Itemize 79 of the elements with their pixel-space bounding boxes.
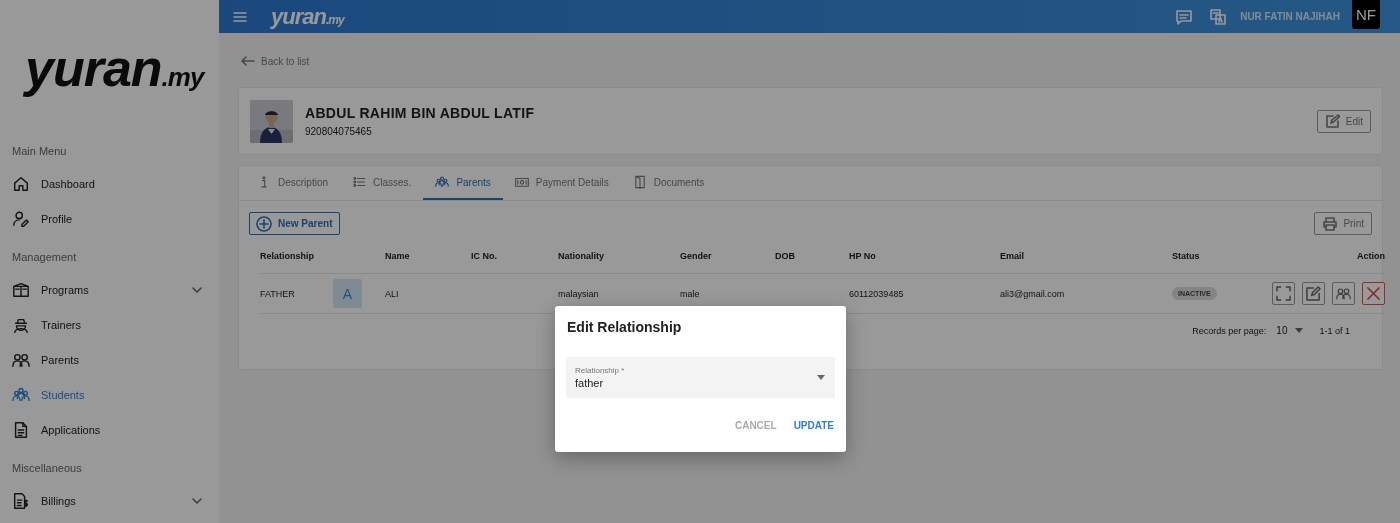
close-icon <box>1366 286 1381 301</box>
table-cell: male <box>680 288 700 299</box>
table-cell: ALI <box>385 288 399 299</box>
new-parent-button[interactable]: New Parent <box>249 212 341 235</box>
column-header: Action <box>1356 250 1385 263</box>
book-icon <box>12 280 30 299</box>
sidebar-item[interactable]: Parents <box>0 342 219 377</box>
tab[interactable]: Parents <box>423 166 503 200</box>
table-cell: FATHER <box>260 288 295 299</box>
pagination-label: Records per page: <box>1192 325 1267 336</box>
section-title: Miscellaneous <box>11 461 83 476</box>
field-value: father <box>575 377 605 389</box>
section-title: Main Menu <box>11 144 68 159</box>
column-header: Status <box>1172 250 1201 263</box>
group-icon <box>435 175 450 189</box>
section-title: Management <box>11 250 78 265</box>
user-name[interactable]: NUR FATIN NAJIHAH <box>1240 11 1340 22</box>
sidebar-item[interactable]: Programs <box>0 272 219 307</box>
plus-circle-icon <box>256 215 272 232</box>
sidebar-item[interactable]: Billings <box>0 483 219 518</box>
edit-button[interactable]: Edit <box>1316 109 1371 133</box>
table-cell: ali3@gmail.com <box>1000 288 1065 299</box>
translate-icon[interactable] <box>1210 8 1227 25</box>
people-icon <box>1336 286 1351 301</box>
folder-icon <box>632 175 647 189</box>
logo: yuran.my <box>25 38 204 98</box>
relationship-select[interactable]: Relationship * father <box>566 357 835 398</box>
logo: yuran.my <box>271 3 344 30</box>
edit-icon <box>1325 114 1340 128</box>
column-header: Name <box>385 250 411 263</box>
column-header: Relationship <box>260 250 315 263</box>
tab[interactable]: Payment Details <box>502 166 621 200</box>
user-avatar[interactable]: NF <box>1352 0 1380 29</box>
per-page-select[interactable]: 10 <box>1276 325 1304 336</box>
document-icon <box>12 420 30 439</box>
delete-button[interactable] <box>1362 282 1385 305</box>
view-button[interactable] <box>1272 282 1295 305</box>
list-icon <box>352 175 367 189</box>
page-range: 1-1 of 1 <box>1319 325 1350 336</box>
dialog-title: Edit Relationship <box>566 319 683 335</box>
column-header: DOB <box>775 250 796 263</box>
table-cell: 60112039485 <box>849 288 904 299</box>
back-link[interactable]: Back to list <box>241 55 310 67</box>
money-icon <box>514 175 529 189</box>
sidebar-item[interactable]: Dashboard <box>0 166 219 201</box>
column-header: HP No <box>849 250 877 263</box>
invoice-icon <box>12 491 30 510</box>
tab[interactable]: Description <box>245 166 341 200</box>
column-header: Gender <box>680 250 713 263</box>
student-ic: 920804075465 <box>305 126 373 137</box>
column-header: Email <box>1000 250 1025 263</box>
arrow-left-icon <box>241 56 255 66</box>
menu-icon[interactable] <box>233 9 247 24</box>
sidebar-item[interactable]: Applications <box>0 412 219 447</box>
home-icon <box>12 174 30 193</box>
update-button[interactable]: UPDATE <box>785 416 835 435</box>
expand-icon <box>1276 286 1291 301</box>
sidebar-item[interactable]: Trainers <box>0 307 219 342</box>
user-pen-icon <box>12 209 30 228</box>
column-header: Nationality <box>558 250 605 263</box>
field-label: Relationship * <box>575 366 626 375</box>
chat-icon[interactable] <box>1176 8 1193 25</box>
edit-icon <box>1306 286 1321 301</box>
table-cell: malaysian <box>558 288 599 299</box>
tab[interactable]: Documents <box>620 166 717 200</box>
avatar: A <box>333 279 362 308</box>
caret-down-icon <box>1295 328 1304 333</box>
tab[interactable]: Classes. <box>340 166 424 200</box>
parents-button[interactable] <box>1332 282 1355 305</box>
print-button[interactable]: Print <box>1314 212 1372 235</box>
group-icon <box>12 385 30 404</box>
sidebar-item[interactable]: Profile <box>0 201 219 236</box>
sidebar-item[interactable]: Students <box>0 377 219 412</box>
student-name: ABDUL RAHIM BIN ABDUL LATIF <box>305 105 536 121</box>
column-header: IC No. <box>471 250 498 263</box>
caret-down-icon <box>817 375 825 380</box>
edit-button[interactable] <box>1302 282 1325 305</box>
cancel-button[interactable]: CANCEL <box>726 416 778 435</box>
printer-icon <box>1323 216 1338 231</box>
